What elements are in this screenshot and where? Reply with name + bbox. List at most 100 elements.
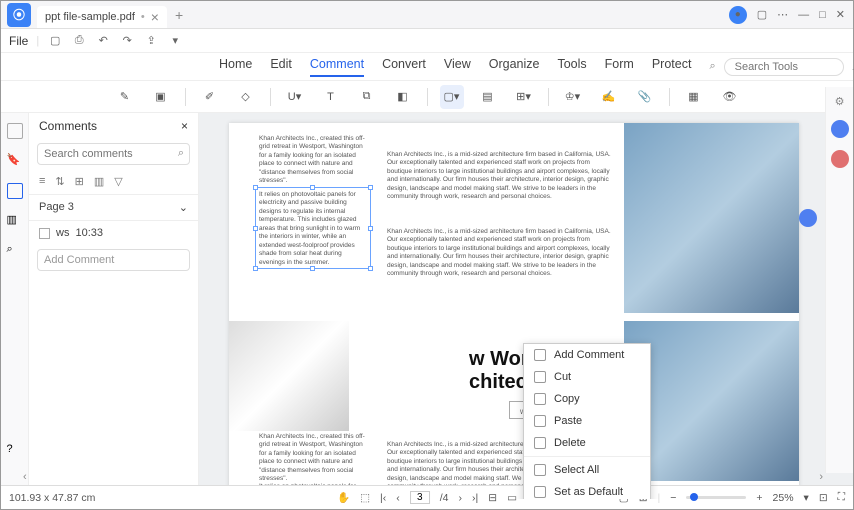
- add-tab-button[interactable]: +: [175, 7, 183, 23]
- search-tools-input[interactable]: [724, 58, 844, 76]
- floating-action-icon[interactable]: [799, 209, 817, 227]
- copy-icon: [534, 393, 546, 405]
- callout-icon[interactable]: ◧: [391, 85, 415, 109]
- more-icon[interactable]: ⋯: [777, 8, 788, 21]
- context-menu: Add Comment Cut Copy Paste Delete Select…: [523, 343, 651, 499]
- save-icon[interactable]: ▢: [47, 34, 63, 47]
- close-tab-icon[interactable]: ×: [151, 9, 159, 25]
- comment-user: ws: [56, 227, 69, 239]
- filter-icon-2[interactable]: ⊞: [75, 175, 84, 188]
- fullscreen-icon[interactable]: ⛶: [838, 491, 845, 504]
- ctx-delete[interactable]: Delete: [524, 432, 650, 454]
- shape-icon[interactable]: ▢▾: [440, 85, 464, 109]
- sort-icon[interactable]: ≡: [39, 175, 45, 188]
- share-icon[interactable]: ⇪: [143, 34, 159, 47]
- menu-edit[interactable]: Edit: [270, 57, 292, 77]
- page-group[interactable]: Page 3 ⌄: [29, 194, 198, 221]
- highlight-icon[interactable]: ✎: [113, 85, 137, 109]
- zoom-slider[interactable]: [686, 496, 746, 499]
- menu-organize[interactable]: Organize: [489, 57, 540, 77]
- search-icon[interactable]: ⌕: [178, 147, 184, 160]
- menu-protect[interactable]: Protect: [652, 57, 692, 77]
- document-viewport[interactable]: Khan Architects Inc., created this off-g…: [199, 113, 853, 499]
- cursor-coords: 101.93 x 47.87 cm: [9, 492, 95, 504]
- ctx-select-all[interactable]: Select All: [524, 459, 650, 481]
- underline-icon[interactable]: U▾: [283, 85, 307, 109]
- comment-item[interactable]: ws 10:33: [29, 221, 198, 245]
- checkbox[interactable]: [39, 228, 50, 239]
- pencil-icon[interactable]: ✐: [198, 85, 222, 109]
- note-icon[interactable]: ▤: [476, 85, 500, 109]
- paste-icon: [534, 415, 546, 427]
- next-page-icon[interactable]: ›: [459, 492, 463, 504]
- read-mode-icon[interactable]: ▭: [507, 492, 517, 504]
- maximize-button[interactable]: □: [819, 9, 826, 21]
- file-menu[interactable]: File: [9, 34, 28, 48]
- menu-convert[interactable]: Convert: [382, 57, 426, 77]
- filter-icon-3[interactable]: ▥: [94, 175, 104, 188]
- measure-icon[interactable]: ⊞▾: [512, 85, 536, 109]
- textbox-icon[interactable]: ⧉: [355, 85, 379, 109]
- filter-icon-4[interactable]: ▽: [114, 175, 122, 188]
- close-panel-icon[interactable]: ×: [181, 119, 188, 133]
- body-text: Khan Architects Inc., created this off-g…: [259, 433, 367, 484]
- zoom-in-icon[interactable]: +: [756, 492, 762, 504]
- eye-icon[interactable]: 👁: [718, 85, 742, 109]
- search-rail-icon[interactable]: ⌕: [7, 243, 23, 259]
- next-page-caret[interactable]: ›: [819, 471, 823, 483]
- filter-icon-1[interactable]: ⇅: [55, 175, 64, 188]
- zoom-out-icon[interactable]: −: [670, 492, 676, 504]
- prev-page-caret[interactable]: ‹: [23, 471, 27, 483]
- last-page-icon[interactable]: ›|: [472, 492, 478, 504]
- hand-tool-icon[interactable]: ✋: [337, 491, 350, 504]
- page-input[interactable]: [410, 491, 430, 504]
- statusbar: 101.93 x 47.87 cm ✋ ⬚ |‹ ‹ /4 › ›| ⊟ ▭ ▢…: [1, 485, 853, 509]
- cut-icon: [534, 371, 546, 383]
- help-icon[interactable]: ?: [7, 443, 23, 459]
- thumbnail-icon[interactable]: [7, 123, 23, 139]
- prev-page-icon[interactable]: ‹: [396, 492, 400, 504]
- first-page-icon[interactable]: |‹: [380, 492, 386, 504]
- menu-home[interactable]: Home: [219, 57, 252, 77]
- redo-icon[interactable]: ↷: [119, 34, 135, 47]
- zoom-value[interactable]: 25%: [773, 492, 794, 504]
- undo-icon[interactable]: ↶: [95, 34, 111, 47]
- document-tab[interactable]: ppt file-sample.pdf • ×: [37, 6, 167, 28]
- scroll-mode-icon[interactable]: ⊟: [488, 492, 497, 504]
- stamp-icon[interactable]: ♔▾: [561, 85, 585, 109]
- adjust-icon[interactable]: ⚙: [835, 95, 845, 108]
- comments-rail-icon[interactable]: [7, 183, 23, 199]
- select-tool-icon[interactable]: ⬚: [360, 492, 370, 504]
- menu-tools[interactable]: Tools: [557, 57, 586, 77]
- ctx-add-comment[interactable]: Add Comment: [524, 344, 650, 366]
- page-total: /4: [440, 492, 449, 504]
- text-icon[interactable]: T: [319, 85, 343, 109]
- signature-icon[interactable]: ✍: [597, 85, 621, 109]
- hide-icon[interactable]: ▦: [682, 85, 706, 109]
- ctx-cut[interactable]: Cut: [524, 366, 650, 388]
- ctx-copy[interactable]: Copy: [524, 388, 650, 410]
- dropdown-icon[interactable]: ▾: [167, 34, 183, 47]
- menu-comment[interactable]: Comment: [310, 57, 364, 77]
- attachments-rail-icon[interactable]: ▥: [7, 213, 23, 229]
- eraser-icon[interactable]: ◇: [234, 85, 258, 109]
- search-comments-input[interactable]: [37, 143, 190, 165]
- menu-view[interactable]: View: [444, 57, 471, 77]
- add-comment-input[interactable]: Add Comment: [37, 249, 190, 271]
- area-highlight-icon[interactable]: ▣: [149, 85, 173, 109]
- bookmark-icon[interactable]: 🔖: [7, 153, 23, 169]
- ctx-set-default[interactable]: Set as Default: [524, 481, 650, 499]
- ai-icon[interactable]: [831, 120, 849, 138]
- user-avatar[interactable]: ●: [729, 6, 747, 24]
- fit-width-icon[interactable]: ⊡: [819, 492, 828, 504]
- right-rail: ⚙: [825, 87, 853, 473]
- menu-form[interactable]: Form: [605, 57, 634, 77]
- comments-title: Comments: [39, 119, 97, 133]
- chat-icon[interactable]: ▢: [757, 8, 767, 21]
- translate-icon[interactable]: [831, 150, 849, 168]
- minimize-button[interactable]: —: [798, 9, 809, 21]
- close-window-button[interactable]: ✕: [836, 8, 845, 21]
- ctx-paste[interactable]: Paste: [524, 410, 650, 432]
- attachment-icon[interactable]: 📎: [633, 85, 657, 109]
- print-icon[interactable]: ⎙: [71, 34, 87, 47]
